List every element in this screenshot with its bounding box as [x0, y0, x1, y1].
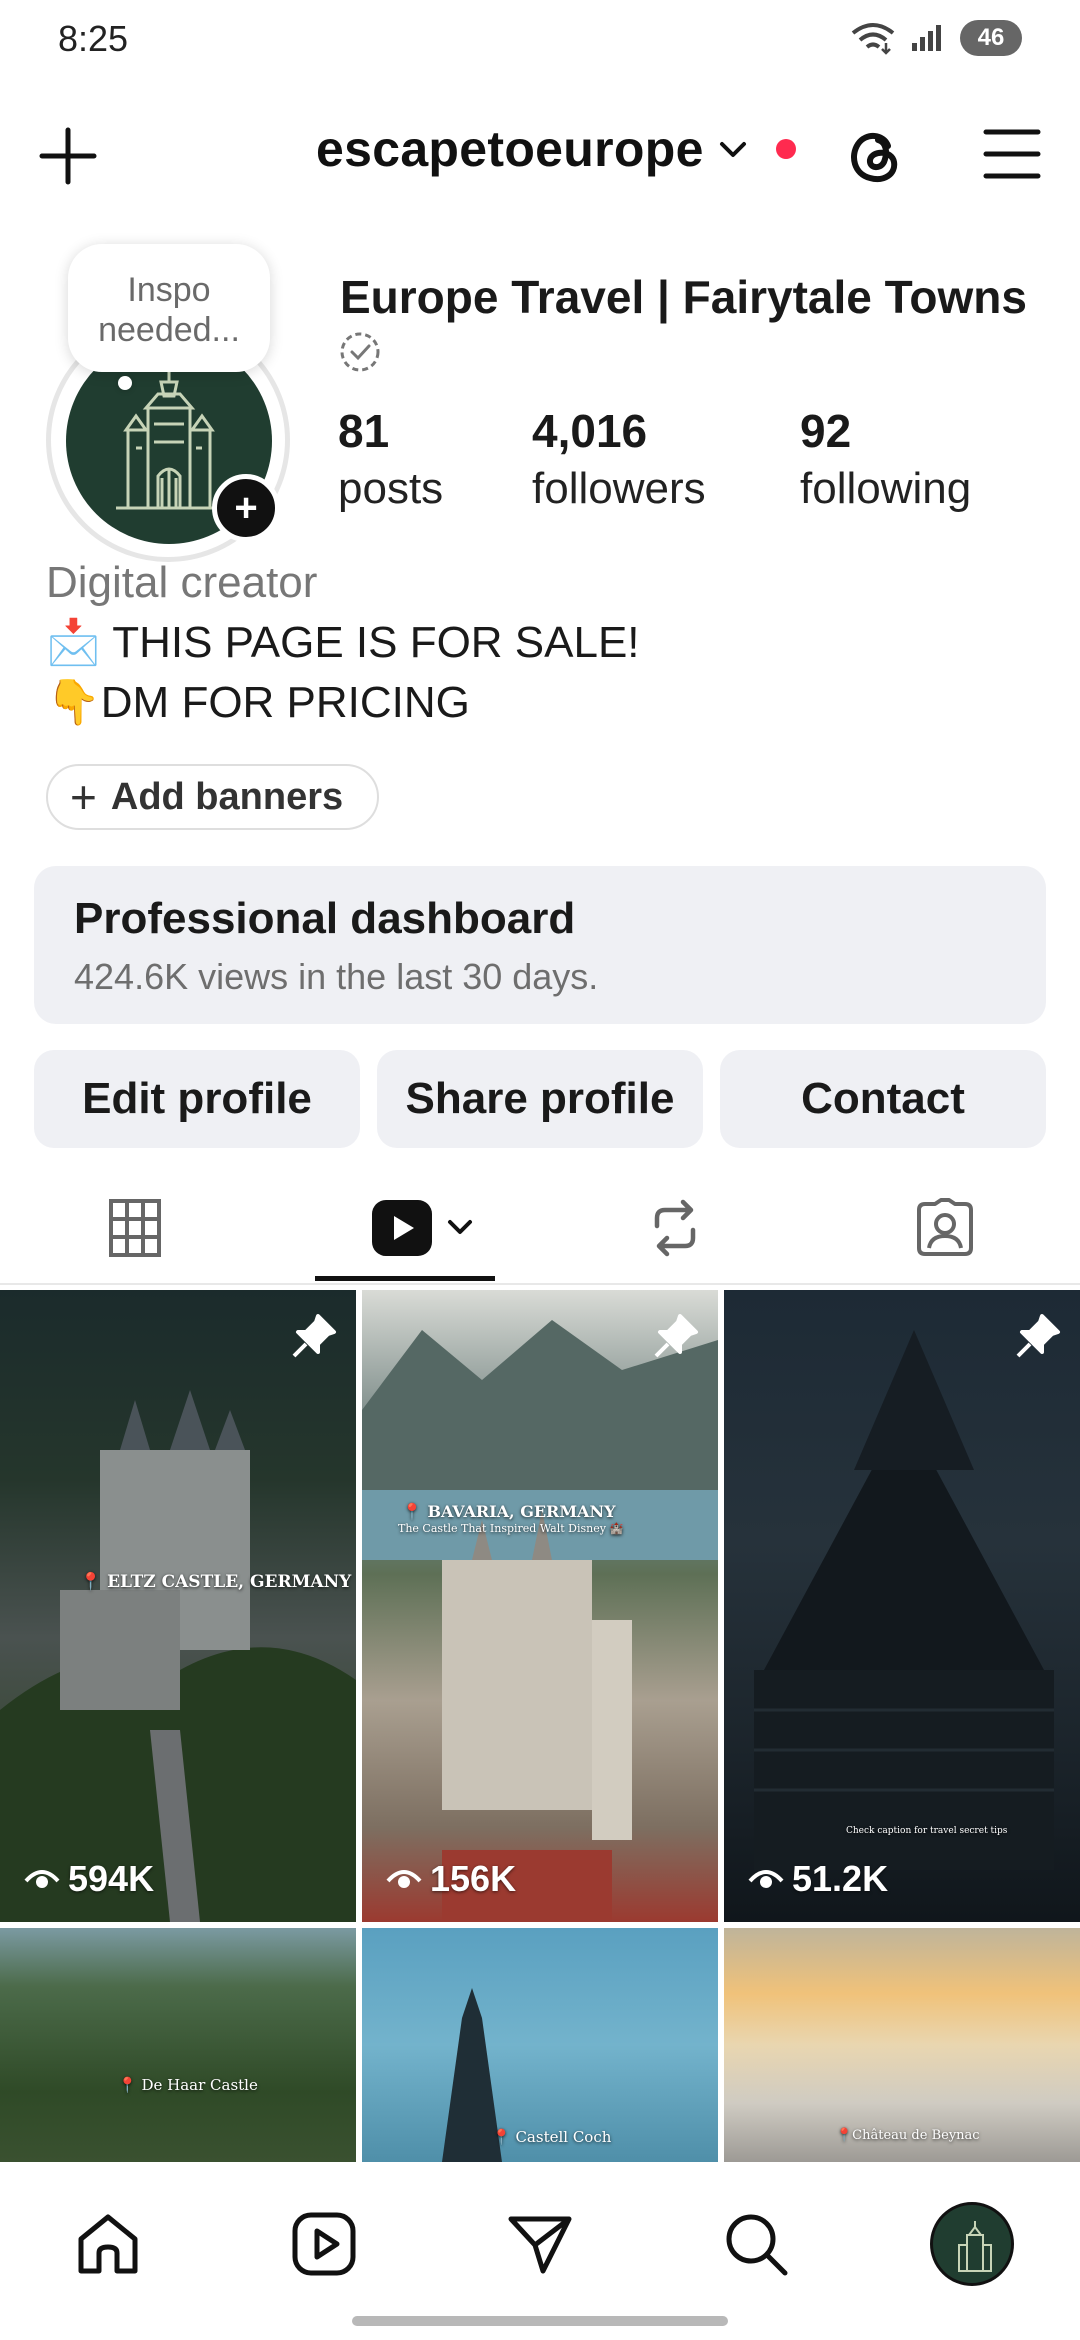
add-banners-label: Add banners	[110, 775, 344, 818]
threads-button[interactable]	[842, 122, 908, 188]
notification-dot	[775, 139, 796, 159]
stat-following-value: 92	[800, 405, 852, 457]
search-icon	[726, 2214, 788, 2276]
view-count: 51.2K	[748, 1858, 888, 1900]
tile-location-caption: 📍 Castell Coch	[492, 2128, 612, 2146]
account-switcher[interactable]: escapetoeurope	[316, 120, 796, 178]
add-banners-button[interactable]: + Add banners	[46, 764, 380, 830]
create-button[interactable]	[36, 124, 100, 188]
reels-icon	[292, 2212, 356, 2276]
threads-icon	[851, 133, 898, 182]
nav-home-button[interactable]	[58, 2194, 158, 2294]
eye-icon	[386, 1870, 422, 1888]
add-story-button[interactable]: +	[212, 474, 280, 542]
pin-icon	[288, 1312, 338, 1362]
stat-followers[interactable]: 4,016 followers	[532, 404, 706, 514]
professional-dashboard[interactable]: Professional dashboard 424.6K views in t…	[34, 866, 1046, 1024]
status-time: 8:25	[58, 18, 129, 59]
tabs-divider	[0, 1283, 1080, 1285]
view-count-value: 594K	[68, 1858, 155, 1899]
stat-following[interactable]: 92 following	[800, 404, 971, 514]
home-icon	[78, 2214, 138, 2274]
note-bubble[interactable]: Inspo needed...	[68, 244, 270, 372]
tile-location-caption: 📍 De Haar Castle	[118, 2076, 258, 2094]
pin-icon	[650, 1312, 700, 1362]
nav-reels-button[interactable]	[274, 2194, 374, 2294]
status-icons: 46	[850, 20, 1022, 56]
reel-tile[interactable]: 📍 Castell Coch	[362, 1928, 718, 2162]
tile-caption-subtitle: The Castle That Inspired Walt Disney 🏰	[398, 1522, 624, 1535]
plus-icon: +	[70, 771, 97, 823]
menu-icon	[983, 129, 1041, 179]
tab-tagged[interactable]	[855, 1178, 1035, 1278]
reel-tile[interactable]: 📍Château de Beynac	[724, 1928, 1080, 2162]
tower-scene	[442, 1988, 502, 2162]
repost-icon	[654, 1199, 696, 1257]
stat-posts-value: 81	[338, 405, 390, 457]
menu-button[interactable]	[980, 124, 1044, 184]
reel-tile[interactable]: 📍 BAVARIA, GERMANY The Castle That Inspi…	[362, 1290, 718, 1922]
view-count-value: 156K	[430, 1858, 517, 1899]
tab-reposts[interactable]	[585, 1178, 765, 1278]
stat-followers-label: followers	[532, 464, 706, 513]
tab-posts-grid[interactable]	[45, 1178, 225, 1278]
active-tab-indicator	[315, 1276, 495, 1281]
wifi-icon	[851, 23, 895, 55]
share-profile-button[interactable]: Share profile	[377, 1050, 703, 1148]
stat-following-label: following	[800, 464, 972, 513]
edit-profile-button[interactable]: Edit profile	[34, 1050, 360, 1148]
plus-icon	[39, 127, 97, 185]
reel-tile[interactable]: 📍 De Haar Castle	[0, 1928, 356, 2162]
note-text: Inspo needed...	[98, 271, 240, 349]
nav-profile-button[interactable]	[922, 2194, 1022, 2294]
reels-icon	[372, 1200, 472, 1256]
nav-search-button[interactable]	[706, 2194, 806, 2294]
pin-icon	[1012, 1312, 1062, 1362]
tile-location-caption: 📍 ELTZ CASTLE, GERMANY	[80, 1572, 352, 1592]
grid-icon	[109, 1199, 161, 1257]
note-bubble-tail	[118, 376, 132, 390]
dashboard-title: Professional dashboard	[74, 894, 576, 943]
signal-icon	[912, 25, 941, 51]
stat-posts[interactable]: 81 posts	[338, 404, 443, 514]
share-icon	[508, 2216, 572, 2274]
reel-tile[interactable]: 📍 ELTZ CASTLE, GERMANY 594K	[0, 1290, 356, 1922]
home-indicator[interactable]	[352, 2316, 728, 2326]
eye-icon	[748, 1870, 784, 1888]
bio-line: 👇DM FOR PRICING	[46, 678, 470, 727]
tile-location-caption: 📍Château de Beynac	[836, 2128, 980, 2143]
stat-posts-label: posts	[338, 464, 444, 513]
castle-scene	[0, 1390, 356, 1922]
username: escapetoeurope	[316, 121, 704, 177]
castle-scene	[362, 1320, 718, 1922]
bio-line: 📩 THIS PAGE IS FOR SALE!	[46, 618, 640, 667]
chevron-down-icon	[719, 142, 746, 157]
eye-icon	[24, 1870, 60, 1888]
display-name: Europe Travel | Fairytale Towns	[340, 271, 1027, 323]
profile-category: Digital creator	[46, 558, 318, 607]
tile-location-caption: 📍 BAVARIA, GERMANY	[402, 1502, 616, 1521]
tab-reels[interactable]	[335, 1178, 515, 1278]
tile-caption: Check caption for travel secret tips	[846, 1826, 1008, 1836]
stat-followers-value: 4,016	[532, 405, 648, 457]
view-count-value: 51.2K	[792, 1858, 889, 1899]
view-count: 156K	[386, 1858, 516, 1900]
dashboard-subtitle: 424.6K views in the last 30 days.	[74, 956, 599, 997]
battery-indicator: 46	[960, 20, 1022, 56]
tagged-icon	[917, 1198, 973, 1256]
profile-avatar-icon	[930, 2202, 1014, 2286]
contact-button[interactable]: Contact	[720, 1050, 1046, 1148]
view-count: 594K	[24, 1858, 154, 1900]
verified-icon[interactable]	[338, 330, 382, 374]
reel-tile[interactable]: Check caption for travel secret tips 51.…	[724, 1290, 1080, 1922]
nav-messages-button[interactable]	[490, 2194, 590, 2294]
